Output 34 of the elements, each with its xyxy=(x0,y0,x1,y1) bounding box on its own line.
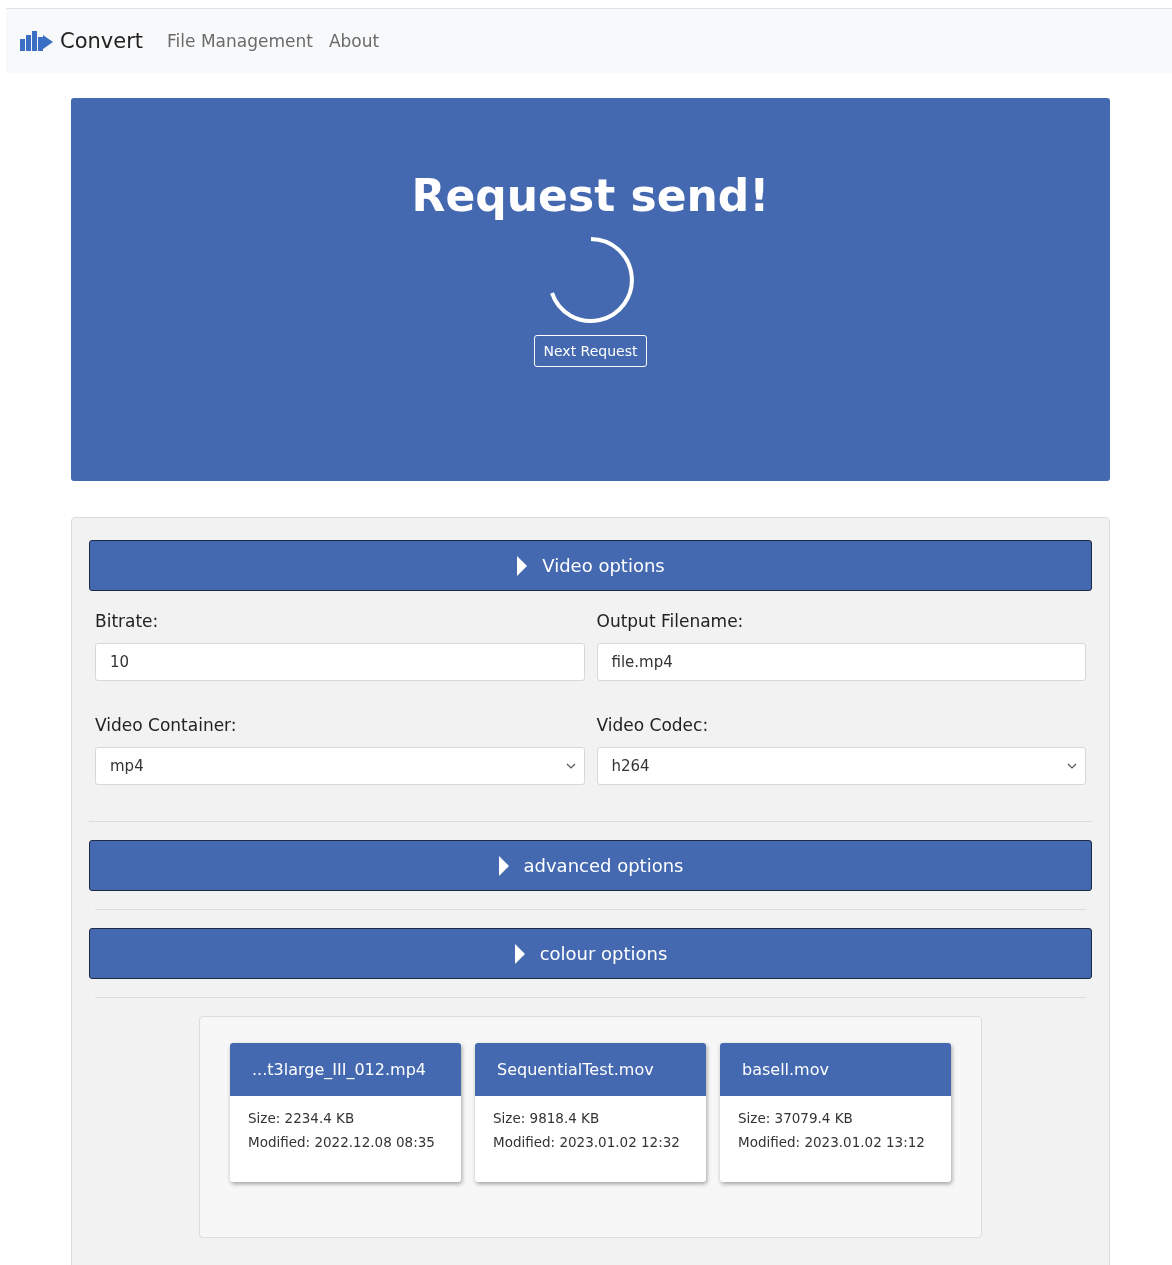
section-header[interactable]: advanced options xyxy=(89,840,1092,891)
section-header[interactable]: colour options xyxy=(89,928,1092,979)
file-card[interactable]: basell.mov Size: 37079.4 KB Modified: 2023.01.02 13:12 xyxy=(720,1043,951,1182)
file-card[interactable]: SequentialTest.mov Size: 9818.4 KB Modified: 2023.01.02 12:32 xyxy=(475,1043,706,1182)
field-label: Video Codec: xyxy=(596,715,710,735)
logo-icon[interactable] xyxy=(20,31,54,51)
input-field[interactable]: file.mp4 xyxy=(596,643,1086,681)
chevron-down-icon xyxy=(565,763,576,769)
field-label: Video Container: xyxy=(95,715,238,735)
file-size: Size: 2234.4 KB xyxy=(248,1110,356,1126)
caret-icon xyxy=(497,855,510,876)
chevron-down-icon xyxy=(1067,763,1077,769)
caret-icon xyxy=(516,555,529,576)
next-request-button[interactable]: Next Request xyxy=(533,335,648,367)
select-field[interactable]: h264 xyxy=(596,747,1086,785)
file-name: basell.mov xyxy=(720,1043,951,1096)
nav-link[interactable]: About xyxy=(328,31,380,51)
file-size: Size: 37079.4 KB xyxy=(738,1110,854,1126)
file-name: SequentialTest.mov xyxy=(475,1043,706,1096)
field-label: Output Filename: xyxy=(596,611,745,631)
select-field[interactable]: mp4 xyxy=(95,747,585,785)
file-modified: Modified: 2023.01.02 12:32 xyxy=(493,1134,681,1150)
banner-title: Request send! xyxy=(411,170,770,221)
input-field[interactable]: 10 xyxy=(95,643,585,681)
field-label: Bitrate: xyxy=(95,611,160,631)
caret-icon xyxy=(513,943,526,964)
section-header[interactable]: Video options xyxy=(89,540,1092,591)
file-size: Size: 9818.4 KB xyxy=(493,1110,601,1126)
file-card[interactable]: ...t3large_III_012.mp4 Size: 2234.4 KB Modified: 2022.12.08 08:35 xyxy=(230,1043,461,1182)
file-modified: Modified: 2022.12.08 08:35 xyxy=(248,1134,436,1150)
nav-link[interactable]: File Management xyxy=(167,31,313,51)
file-modified: Modified: 2023.01.02 13:12 xyxy=(738,1134,926,1150)
file-name: ...t3large_III_012.mp4 xyxy=(230,1043,461,1096)
brand-link[interactable]: Convert xyxy=(60,29,144,53)
